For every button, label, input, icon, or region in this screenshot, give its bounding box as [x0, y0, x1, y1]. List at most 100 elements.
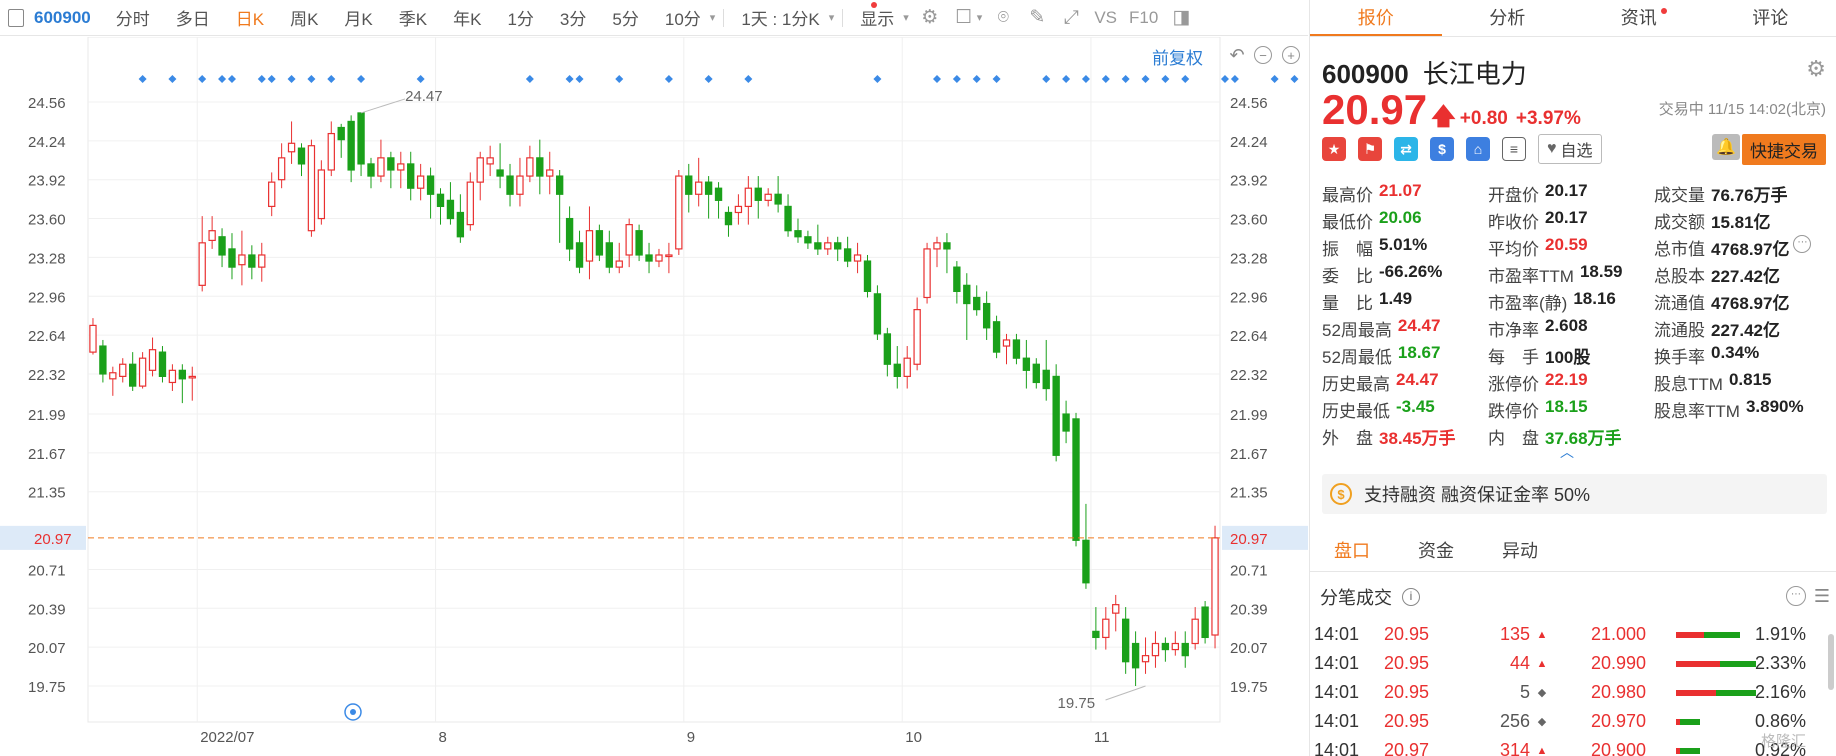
stat-value: 3.890%: [1745, 397, 1804, 416]
x-tick-label: 8: [439, 729, 447, 746]
undo-icon[interactable]: ↶: [1228, 46, 1246, 64]
high-leader: [360, 98, 406, 114]
settings-gear-icon[interactable]: ⚙: [919, 7, 941, 29]
candle-body: [963, 284, 971, 305]
info-icon[interactable]: i: [1402, 588, 1420, 606]
tick-volume: 5: [1519, 682, 1530, 702]
restore-adjust-button[interactable]: 前复权: [1152, 44, 1203, 69]
chevron-down-icon[interactable]: ▾: [977, 11, 983, 24]
dollar-icon[interactable]: $: [1430, 137, 1454, 161]
candle-body: [933, 242, 941, 250]
stat-label: 总股本: [1654, 267, 1705, 286]
gear-icon[interactable]: ⚙: [1806, 56, 1826, 82]
stats-row: 委 比 -66.26% 市盈率TTM 18.59 总股本 227.42亿: [1322, 261, 1832, 288]
stat-label: 流通值: [1654, 294, 1705, 313]
zoom-in-icon[interactable]: +: [1282, 46, 1300, 64]
period-tab-9[interactable]: 5分: [599, 5, 651, 30]
period-tab-4[interactable]: 月K: [331, 5, 385, 30]
add-watchlist-button[interactable]: ♥ 自选: [1538, 134, 1602, 164]
tick-row: 14:01 20.95 5 ◆ 20.980 2.16%: [1314, 678, 1834, 707]
event-marker: [198, 75, 207, 83]
panel-tab-3[interactable]: 评论: [1705, 0, 1836, 36]
y-tick-label-right: 22.64: [1230, 328, 1268, 345]
event-marker: [1081, 75, 1090, 83]
tag-icon[interactable]: ⌂: [1466, 137, 1490, 161]
interval-select[interactable]: 1天 : 1分K: [728, 5, 832, 30]
more-icon[interactable]: ⋯: [1793, 235, 1812, 253]
candle-body: [387, 157, 395, 171]
event-marker: [287, 75, 296, 83]
scrollbar[interactable]: [1828, 634, 1834, 690]
zoom-out-icon[interactable]: −: [1254, 46, 1272, 64]
kline-svg[interactable]: 24.56 24.56 24.24 24.24 23.92 23.92 23.60 23.60…: [0, 37, 1308, 756]
chevron-down-icon[interactable]: ▾: [903, 11, 909, 24]
sub-tab-0[interactable]: 盘口: [1310, 532, 1394, 571]
f10-button[interactable]: F10: [1123, 8, 1164, 28]
period-tab-6[interactable]: 年K: [440, 5, 494, 30]
candle-body: [407, 163, 415, 189]
compare-button[interactable]: VS: [1088, 8, 1123, 28]
stat-cell: 外 盘 38.45万手: [1322, 424, 1488, 449]
candle-body: [168, 369, 177, 384]
stat-value: 18.16: [1573, 289, 1616, 308]
stat-value: 227.42亿: [1711, 267, 1780, 286]
tick-time: 14:01: [1314, 711, 1360, 731]
candle-body: [109, 372, 117, 380]
stat-value: 1.49: [1379, 289, 1413, 308]
sub-tab-1[interactable]: 资金: [1394, 532, 1478, 571]
runner-icon[interactable]: ⚑: [1358, 137, 1382, 161]
panel-tab-1[interactable]: 分析: [1442, 0, 1574, 36]
period-tab-7[interactable]: 1分: [494, 5, 546, 30]
document-icon[interactable]: ≡: [1502, 137, 1526, 161]
candle-body: [675, 175, 683, 250]
period-tab-3[interactable]: 周K: [277, 5, 331, 30]
candle-body: [188, 375, 196, 379]
period-tab-2[interactable]: 日K: [223, 5, 277, 30]
period-tab-5[interactable]: 季K: [386, 5, 440, 30]
kline-chart[interactable]: 24.56 24.56 24.24 24.24 23.92 23.92 23.60 23.60…: [0, 37, 1308, 756]
candle-body: [536, 157, 544, 177]
event-marker: [1121, 75, 1130, 83]
stat-value: 227.42亿: [1711, 321, 1780, 340]
candle-body: [853, 254, 862, 262]
sub-tab-2[interactable]: 异动: [1478, 532, 1562, 571]
more-icon[interactable]: ⋯: [1786, 586, 1806, 606]
panel-tab-0[interactable]: 报价: [1310, 0, 1442, 36]
display-menu[interactable]: 显示: [847, 5, 907, 30]
stat-cell: 历史最高 24.47: [1322, 370, 1488, 395]
shuffle-icon[interactable]: ⇄: [1394, 137, 1418, 161]
candle-body: [873, 293, 882, 335]
chevron-down-icon[interactable]: ▾: [710, 11, 716, 24]
pen-icon[interactable]: ✎: [1026, 7, 1048, 29]
quick-trade-button[interactable]: 快捷交易: [1742, 134, 1826, 165]
event-marker: [416, 75, 425, 83]
china-flag-icon[interactable]: ★: [1322, 137, 1346, 161]
chevron-down-icon[interactable]: ▾: [829, 11, 835, 24]
event-marker: [227, 75, 236, 83]
bell-icon[interactable]: 🔔: [1712, 134, 1740, 160]
stats-row: 历史最低 -3.45 跌停价 18.15 股息率TTM 3.890%: [1322, 396, 1832, 423]
fullscreen-icon[interactable]: ⤢: [1060, 7, 1082, 29]
panel-tab-2[interactable]: 资讯: [1573, 0, 1705, 36]
list-icon[interactable]: ☰: [1814, 586, 1830, 607]
period-tab-8[interactable]: 3分: [547, 5, 599, 30]
candle-body: [843, 248, 852, 262]
stat-cell: 最低价 20.06: [1322, 208, 1488, 233]
candle-body: [784, 205, 792, 232]
candle-body: [625, 224, 633, 256]
period-tab-0[interactable]: 分时: [103, 5, 163, 30]
stock-code[interactable]: 600900: [34, 8, 91, 28]
event-marker: [1290, 75, 1299, 83]
period-tab-10[interactable]: 10分: [652, 5, 714, 30]
candle-body: [238, 254, 246, 266]
chevron-up-icon[interactable]: ︿: [1560, 442, 1574, 462]
stat-label: 平均价: [1488, 240, 1539, 259]
period-tab-1[interactable]: 多日: [163, 5, 223, 30]
stat-label: 每 手: [1488, 348, 1539, 367]
y-tick-label-left: 24.56: [28, 95, 66, 112]
sidebar-toggle-icon[interactable]: [8, 8, 24, 27]
tick-time: 14:01: [1314, 740, 1360, 756]
square-icon[interactable]: ☐: [953, 7, 975, 29]
camera-icon[interactable]: ⌾: [992, 7, 1014, 29]
panel-toggle-icon[interactable]: ◨: [1170, 7, 1192, 29]
